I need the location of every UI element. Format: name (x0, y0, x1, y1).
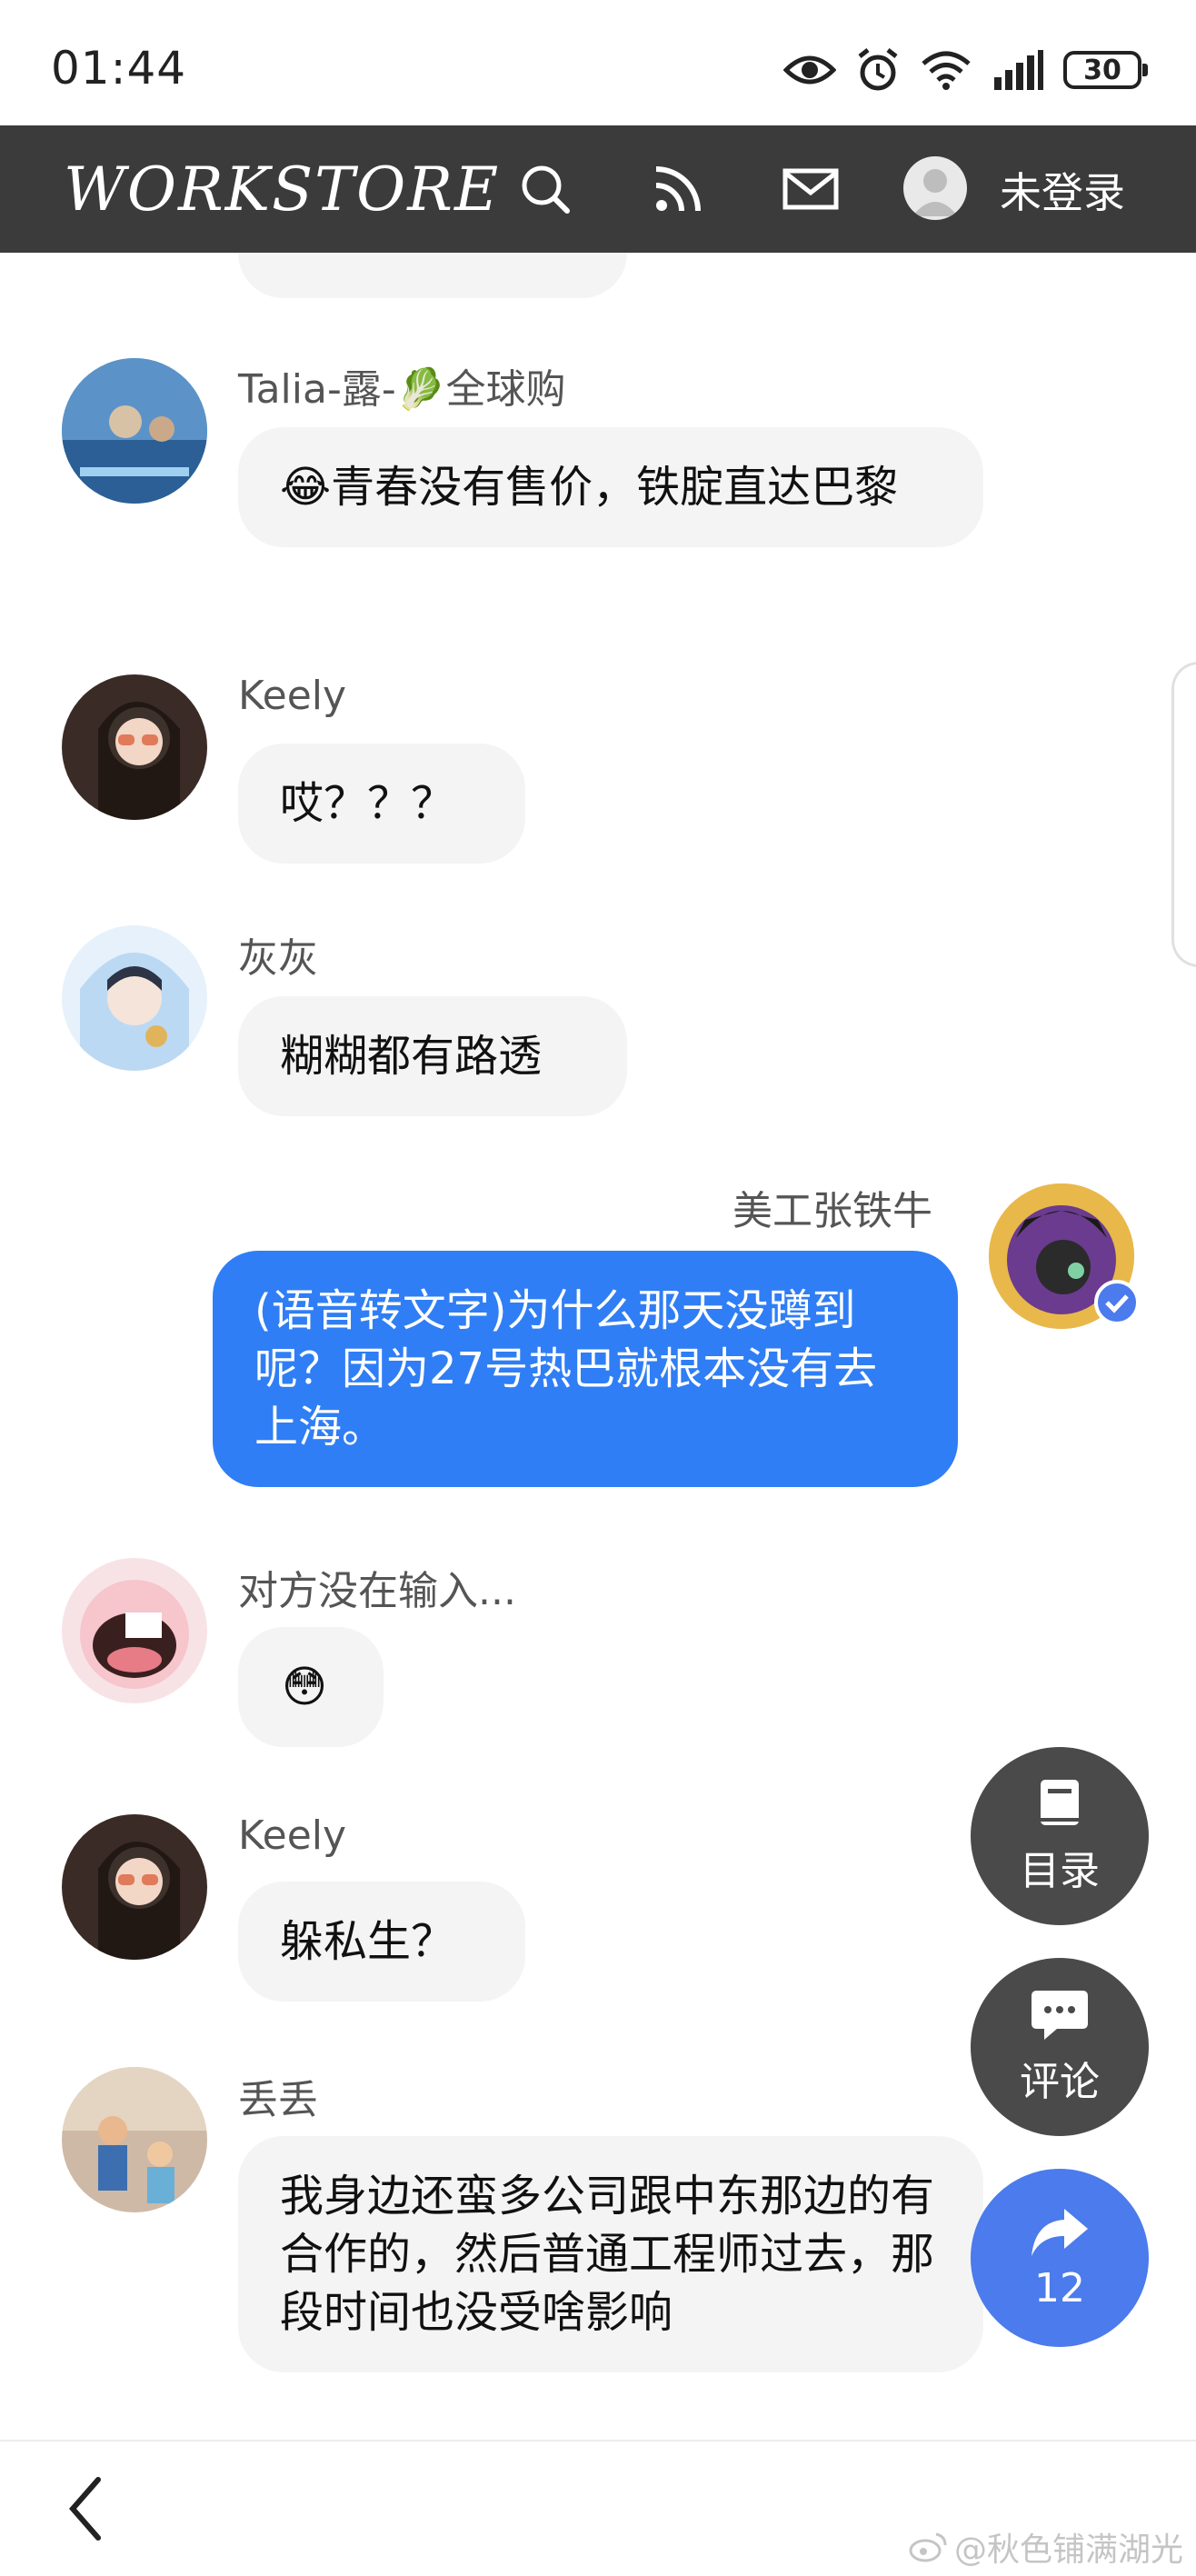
avatar[interactable] (62, 358, 207, 504)
comment-label: 评论 (1020, 2059, 1100, 2105)
back-arrow-icon[interactable] (64, 2472, 109, 2545)
sender-name: 丢丢 (238, 2077, 318, 2123)
user-avatar-icon[interactable] (903, 156, 967, 220)
signal-icon (994, 50, 1043, 90)
avatar[interactable] (62, 925, 207, 1071)
message-bubble: 😳 (238, 1627, 384, 1747)
toc-button[interactable]: 目录 (971, 1747, 1149, 1925)
battery-level: 30 (1083, 54, 1121, 86)
message-bubble: 糊糊都有路透 (238, 996, 627, 1116)
watermark-text: @秋色铺满湖光 (953, 2531, 1183, 2569)
login-link[interactable]: 未登录 (1000, 160, 1125, 220)
avatar[interactable] (62, 2067, 207, 2212)
workstore-logo[interactable]: WORKSTORE (64, 155, 500, 225)
status-icons: 30 (783, 44, 1148, 96)
comment-button[interactable]: 评论 (971, 1958, 1149, 2136)
sender-name: 对方没在输入... (238, 1568, 516, 1614)
search-icon[interactable] (516, 160, 574, 218)
share-button[interactable]: 12 (971, 2169, 1149, 2347)
avatar[interactable] (62, 1814, 207, 1960)
sender-name: 灰灰 (238, 935, 318, 982)
avatar[interactable] (62, 674, 207, 820)
message-bubble: 躲私生？ (238, 1882, 525, 2002)
message-bubble: 哎？？？ (238, 744, 525, 864)
app-header: WORKSTORE 未登录 (0, 125, 1196, 253)
sender-name: Keely (238, 1812, 347, 1859)
watermark: @秋色铺满湖光 (909, 2523, 1183, 2571)
message-bubble: (语音转文字)为什么那天没蹲到呢？因为27号热巴就根本没有去上海。 (213, 1251, 958, 1487)
sender-name: Talia-露-🥬全球购 (238, 366, 566, 413)
message-bubble: 我身边还蛮多公司跟中东那边的有合作的，然后普通工程师过去，那段时间也没受啥影响 (238, 2136, 983, 2372)
wifi-icon (922, 51, 971, 90)
sender-name: 美工张铁牛 (733, 1188, 932, 1234)
status-bar: 01:44 30 (0, 0, 1196, 125)
rss-icon[interactable] (649, 160, 707, 218)
eye-icon (783, 55, 836, 85)
message-bubble: 😂青春没有售价，铁腚直达巴黎 (238, 427, 983, 547)
avatar[interactable] (62, 1558, 207, 1703)
share-count: 12 (1034, 2264, 1085, 2311)
status-time: 01:44 (51, 42, 187, 95)
toc-label: 目录 (1020, 1848, 1100, 1894)
bottom-nav: @秋色铺满湖光 (0, 2440, 1196, 2576)
weibo-icon (909, 2532, 947, 2562)
comment-icon (1032, 1991, 1088, 2040)
book-icon (1041, 1780, 1079, 1825)
mail-icon[interactable] (782, 160, 840, 218)
share-arrow-icon (1032, 2208, 1088, 2256)
cropped-bubble (238, 253, 627, 298)
alarm-icon (858, 48, 898, 91)
sender-name: Keely (238, 673, 347, 719)
side-drawer-handle[interactable] (1171, 662, 1196, 967)
verified-badge-icon (1094, 1280, 1140, 1325)
battery-icon: 30 (1063, 51, 1148, 89)
